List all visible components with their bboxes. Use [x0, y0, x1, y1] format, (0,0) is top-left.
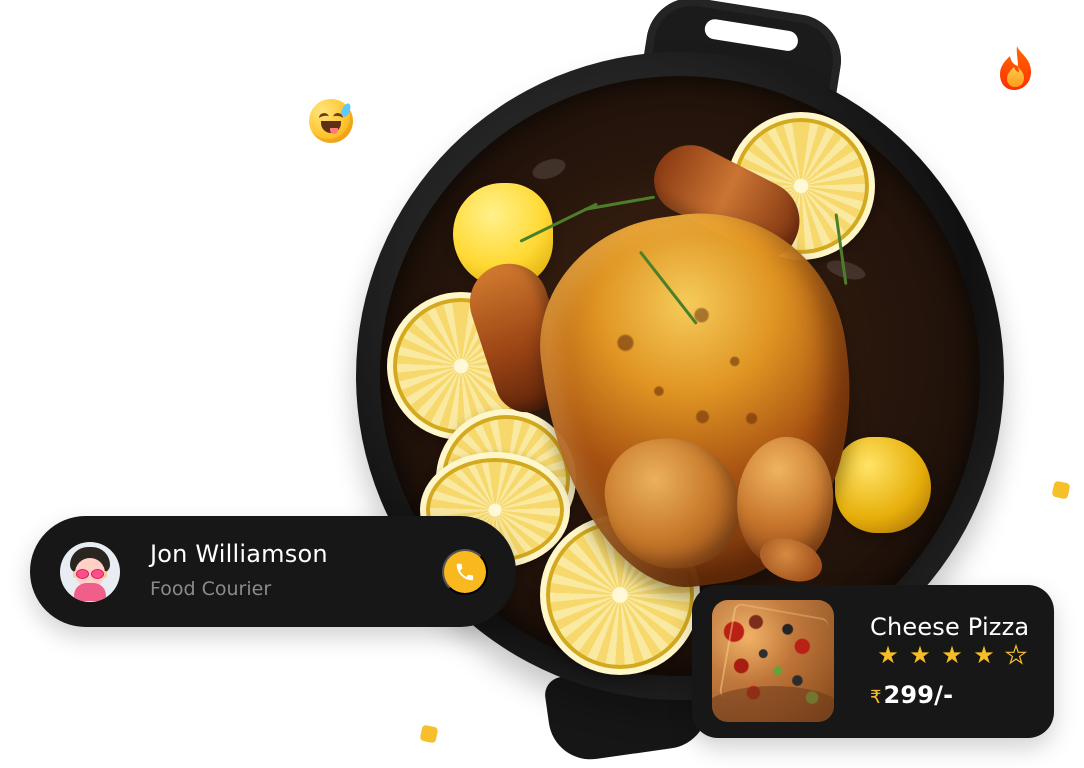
pizza-rating: ★ ★ ★ ★ ★ — [876, 641, 1028, 669]
star-outline-icon: ★ — [1005, 641, 1028, 669]
courier-name: Jon Williamson — [150, 540, 328, 568]
courier-role: Food Courier — [150, 578, 272, 600]
yellow-sparkle-shape — [419, 724, 439, 744]
avatar-shirt — [74, 583, 106, 601]
currency-symbol: ₹ — [870, 687, 882, 708]
sauce-glint — [530, 155, 568, 183]
price-value: 299/- — [883, 681, 954, 709]
star-icon: ★ — [973, 641, 995, 669]
star-icon: ★ — [877, 641, 899, 669]
emoji-tear — [339, 101, 353, 119]
emoji-tongue — [330, 128, 338, 134]
pizza-card[interactable]: Cheese Pizza ★ ★ ★ ★ ★ ₹ 299/- — [692, 585, 1054, 738]
yellow-sparkle-shape — [1051, 480, 1071, 500]
roasted-potato — [835, 437, 931, 533]
call-button[interactable] — [442, 549, 488, 595]
avatar — [60, 542, 120, 602]
fire-icon — [1000, 46, 1031, 90]
laughing-emoji-icon — [309, 99, 353, 143]
phone-icon — [456, 563, 474, 581]
cheese-pizza-image — [712, 600, 834, 722]
pizza-price: ₹ 299/- — [870, 681, 953, 709]
star-icon: ★ — [941, 641, 963, 669]
avatar-glasses — [76, 569, 104, 579]
pizza-slice-lines — [718, 602, 830, 714]
star-icon: ★ — [909, 641, 931, 669]
courier-card[interactable]: Jon Williamson Food Courier — [30, 516, 516, 627]
pizza-title: Cheese Pizza — [870, 613, 1030, 641]
